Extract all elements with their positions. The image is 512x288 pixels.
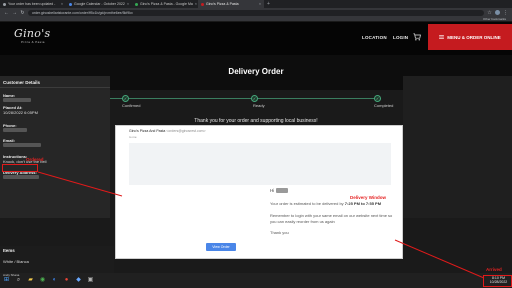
calendar-favicon-icon <box>69 2 72 6</box>
app-icon[interactable]: ◆ <box>75 277 82 284</box>
step-confirmed-indicator: ✓ <box>122 95 129 102</box>
check-icon: ✓ <box>252 95 257 101</box>
delivery-address-redacted <box>3 175 39 179</box>
menu-order-online-label: MENU & ORDER ONLINE <box>447 34 501 40</box>
gmail-favicon-icon <box>3 2 6 6</box>
step-ready-indicator: ✓ <box>251 95 258 102</box>
site-logo-subtitle: Pizza & Pasta <box>21 40 45 44</box>
url-text: order.ginosbellaristorante.com/order/ff5… <box>32 10 133 15</box>
address-bar: ← → ↻ order.ginosbellaristorante.com/ord… <box>0 8 512 17</box>
back-icon[interactable]: ← <box>4 10 9 16</box>
reload-icon[interactable]: ↻ <box>20 10 25 16</box>
menu-order-online-button[interactable]: MENU & ORDER ONLINE <box>428 24 512 50</box>
check-icon: ✓ <box>375 95 380 101</box>
email-banner <box>129 143 391 185</box>
phone-value-redacted <box>3 128 27 132</box>
site-favicon-icon <box>201 2 204 6</box>
maps-favicon-icon <box>135 2 138 6</box>
nav-login-link[interactable]: LOGIN <box>393 35 408 40</box>
app-icon[interactable]: ● <box>63 277 70 284</box>
browser-tab[interactable]: Gino's Pizza & Pasta - Google Ma × <box>132 0 198 8</box>
step-completed-label: Completed <box>374 103 394 108</box>
cart-icon[interactable] <box>413 33 421 41</box>
email-estimate-line: Your order is estimated to be delivered … <box>270 201 381 206</box>
site-header: Gino's Pizza & Pasta LOCATION LOGIN MENU… <box>0 22 512 55</box>
browser-tab[interactable]: Your order has been updated - × <box>0 0 66 8</box>
nav-location-link[interactable]: LOCATION <box>362 35 387 40</box>
forward-icon[interactable]: → <box>12 10 17 16</box>
tab-title: Gino's Pizza & Pasta <box>206 2 239 6</box>
customer-details-panel: Customer Details Name: Placed At: 10/28/… <box>0 76 110 218</box>
email-screenshot: Gino's Pizza And Pasta <orders@ginosrest… <box>115 125 403 259</box>
view-order-button[interactable]: View Order <box>206 243 236 251</box>
name-value-redacted <box>3 98 31 102</box>
ordered-annotation: Ordered <box>26 157 44 162</box>
new-tab-button[interactable]: + <box>264 0 273 8</box>
right-panel <box>403 76 512 218</box>
item-name: White / Bianca <box>3 259 29 264</box>
step-confirmed-label: Confirmed <box>122 103 141 108</box>
chrome-icon[interactable]: ◉ <box>39 277 46 284</box>
email-sender-name: Gino's Pizza And Pasta <box>129 129 166 133</box>
divider <box>0 87 110 88</box>
email-greeting: Hi <box>270 188 289 193</box>
delivery-window-annotation: Delivery Window <box>350 195 386 200</box>
tab-title: Your order has been updated - <box>8 2 56 6</box>
email-recipient: to me <box>129 135 137 139</box>
browser-tab-bar: Your order has been updated - × Google C… <box>0 0 512 8</box>
email-greeting-text: Hi <box>270 188 275 193</box>
arrived-highlight-box <box>483 275 512 287</box>
arrived-annotation: Arrived <box>486 267 502 272</box>
placed-at-value: 10/28/2022 6:05PM <box>3 110 38 115</box>
file-explorer-icon[interactable]: ▰ <box>27 277 34 284</box>
profile-avatar[interactable] <box>495 10 500 15</box>
email-sender: Gino's Pizza And Pasta <orders@ginosrest… <box>129 129 206 133</box>
close-tab-icon[interactable]: × <box>195 2 197 6</box>
email-reminder-line-2: you can easily reorder from us again <box>270 219 335 224</box>
step-ready-label: Ready <box>253 103 265 108</box>
items-heading: Items <box>3 248 15 253</box>
edge-icon[interactable]: ◐ <box>51 277 58 284</box>
check-icon: ✓ <box>123 95 128 101</box>
screen: Your order has been updated - × Google C… <box>0 0 512 288</box>
search-icon[interactable]: ⌕ <box>15 277 22 284</box>
site-logo[interactable]: Gino's <box>14 27 50 40</box>
windows-start-icon[interactable]: ⊞ <box>3 277 10 284</box>
email-thanks: Thank you <box>270 230 289 235</box>
app-icon[interactable]: ▣ <box>87 277 94 284</box>
delivery-window-value: 7:25 PM to 7:55 PM <box>344 201 382 206</box>
url-field[interactable]: order.ginosbellaristorante.com/order/ff5… <box>28 9 484 16</box>
email-sender-address: <orders@ginosrest.com> <box>166 129 206 133</box>
items-panel: Items White / Bianca <box>0 246 114 273</box>
browser-menu-icon[interactable]: ⋮ <box>503 10 508 16</box>
close-tab-icon[interactable]: × <box>259 2 261 6</box>
estimate-text: Your order is estimated to be delivered … <box>270 201 345 206</box>
step-completed-indicator: ✓ <box>374 95 381 102</box>
hamburger-icon <box>439 35 445 39</box>
close-tab-icon[interactable]: × <box>127 2 129 6</box>
ordered-highlight-box <box>2 164 38 172</box>
close-tab-icon[interactable]: × <box>61 2 63 6</box>
star-icon[interactable]: ☆ <box>487 10 492 16</box>
browser-tab[interactable]: Google Calendar - October 2022 × <box>66 0 132 8</box>
tab-title: Google Calendar - October 2022 <box>74 2 125 6</box>
email-value-redacted <box>3 143 41 147</box>
windows-taskbar: Andy Shana ⊞ ⌕ ▰ ◉ ◐ ● ◆ ▣ <box>0 273 512 288</box>
tab-title: Gino's Pizza & Pasta - Google Ma <box>140 2 193 6</box>
email-reminder-line: Remember to login with your same email o… <box>270 213 393 218</box>
customer-details-heading: Customer Details <box>3 80 41 85</box>
recipient-name-redacted <box>276 188 289 193</box>
page-title: Delivery Order <box>228 67 284 76</box>
browser-tab-active[interactable]: Gino's Pizza & Pasta × <box>198 0 264 8</box>
